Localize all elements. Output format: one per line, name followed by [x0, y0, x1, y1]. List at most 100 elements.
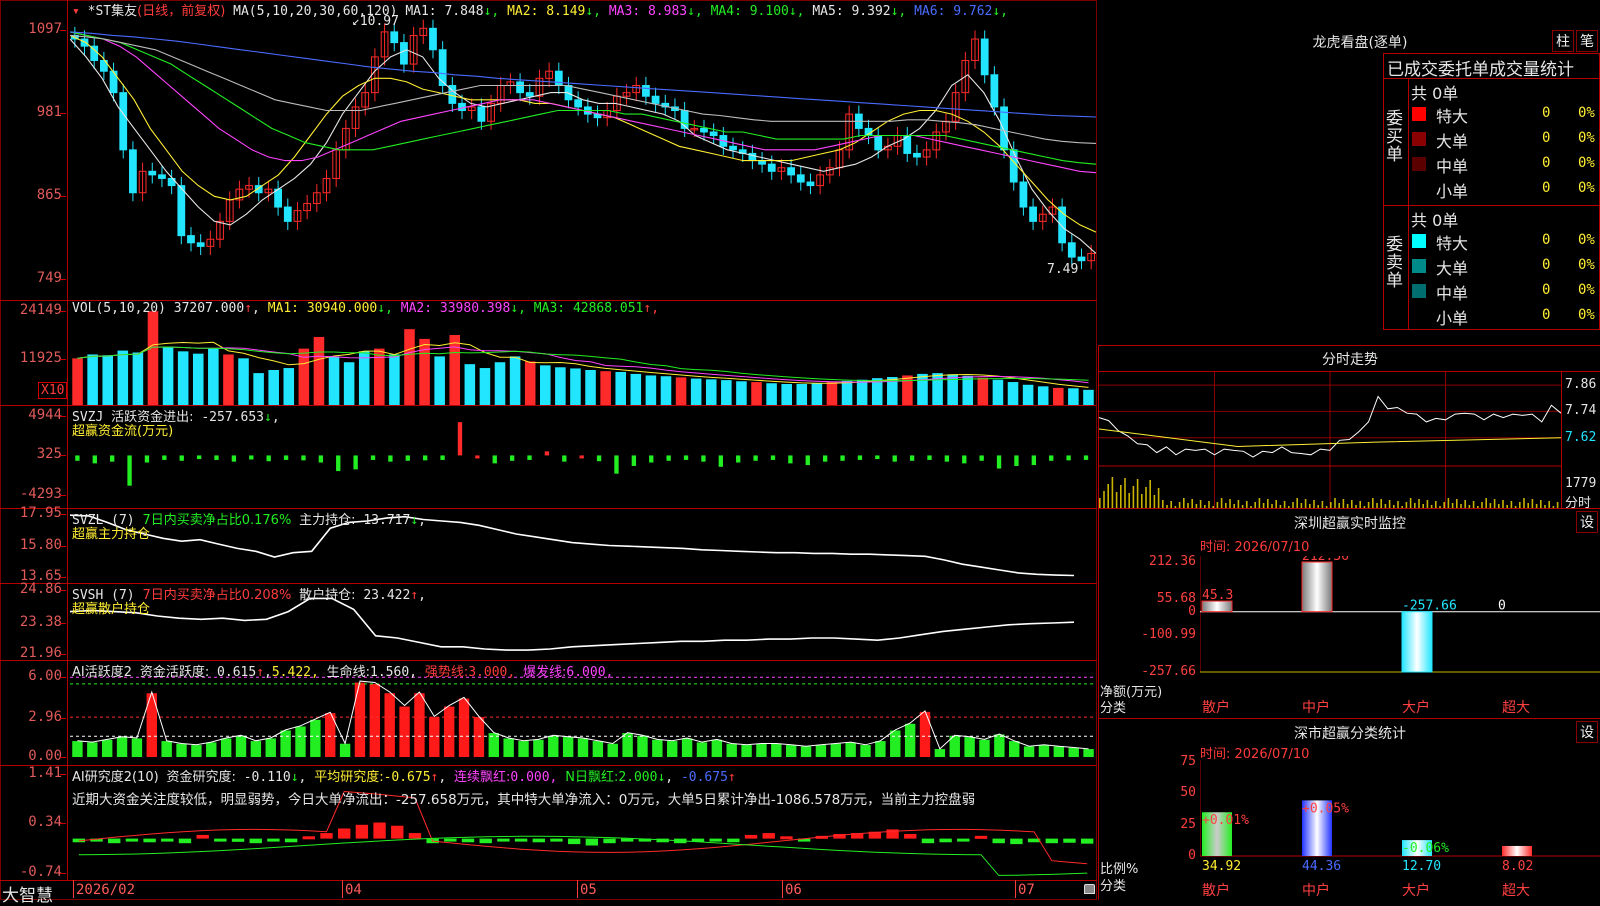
intraday-vol-bar [1485, 498, 1487, 508]
bar [283, 368, 295, 405]
candle-body [400, 42, 408, 65]
y-tick [60, 455, 66, 457]
flow-bar [370, 455, 376, 460]
x-tick-label: 06 [785, 882, 802, 898]
intraday-vol-bar [1548, 501, 1550, 508]
monitor-category: 中户 [1302, 700, 1330, 716]
bar [890, 730, 901, 758]
bar [994, 734, 1005, 758]
bar [238, 358, 249, 405]
ma-line-MA4 [70, 31, 1096, 165]
flow-bar [666, 455, 671, 461]
lock-icon[interactable] [1084, 884, 1095, 894]
bar-value-label: 0 [1498, 599, 1506, 614]
bar [132, 352, 144, 405]
monitor-category: 超大 [1502, 700, 1530, 716]
monitor-category: 散户 [1202, 700, 1230, 716]
y-tick [60, 576, 66, 578]
bar [711, 739, 723, 758]
research-bar [567, 838, 581, 845]
bar [660, 376, 672, 405]
vol-ma-item: MA1: 30940.000 [267, 301, 378, 316]
bar [328, 356, 340, 405]
intraday-vol-bar [1510, 501, 1513, 508]
y-tick-label: 17.95 [19, 505, 62, 522]
flow-bar [770, 455, 776, 460]
flow-bar [857, 455, 863, 460]
y-tick-label: 1.41 [28, 764, 62, 781]
y-tick-label: 749 [36, 270, 62, 287]
monitor-time: 时间: 2026/07/10 [1200, 540, 1310, 555]
ma-item: MA1: 7.848 [405, 4, 484, 19]
bar [830, 743, 841, 758]
intraday-vol-bar [1296, 498, 1298, 508]
y-tick-label: 21.96 [19, 645, 62, 662]
category-name: 大单 [1436, 259, 1469, 278]
tick-view-button[interactable]: 笔 [1576, 30, 1598, 52]
bar [1023, 746, 1035, 758]
intraday-vol-bar [1124, 478, 1126, 508]
intraday-vol-bar [1120, 485, 1122, 508]
class-settings-button[interactable]: 设 [1576, 721, 1598, 743]
research-bar [1063, 838, 1076, 843]
vol-ma-arrow: ↓, [377, 301, 393, 316]
candle-body [1067, 242, 1076, 258]
bar [518, 741, 529, 758]
aiact-title: AI活跃度2 [72, 665, 132, 680]
research-bar [444, 838, 457, 842]
intraday-chart [1099, 372, 1561, 508]
research-comment: 近期大资金关注度较低，明显弱势，今日大单净流出：-257.658万元，其中特大单… [72, 792, 976, 808]
category-count: 0 [1542, 105, 1551, 121]
red-label: 连续飘红: [454, 770, 511, 785]
research-bar [284, 838, 298, 843]
candle-body [1009, 149, 1018, 183]
intraday-vol-bar [1183, 498, 1185, 508]
y-tick-label: 24149 [19, 302, 62, 319]
intraday-vol-bar [1447, 498, 1450, 508]
divider [1383, 205, 1600, 206]
bar [766, 383, 777, 405]
bar [1038, 745, 1050, 758]
monitor-bar-chart: 45.3 212.36 -257.66 0 [1200, 556, 1600, 673]
y-tick [60, 358, 66, 360]
candle-body [283, 206, 292, 222]
ratio-bar [1502, 845, 1532, 856]
category-pct: 0% [1578, 130, 1595, 146]
bar [902, 375, 913, 405]
x-tick-label: 04 [345, 882, 362, 898]
bar [458, 698, 470, 758]
flow-bar [266, 455, 271, 462]
intraday-vol-bar [1132, 486, 1135, 508]
bar-value-label: 45.3 [1202, 588, 1233, 603]
intraday-vol-bar [1418, 499, 1420, 508]
longhu-title: 龙虎看盘(逐单) [1312, 35, 1408, 51]
x-tick-label: 05 [580, 882, 597, 898]
divider [1383, 78, 1600, 79]
y-tick-label: 981 [36, 104, 62, 121]
intraday-vol-bar [1153, 495, 1156, 508]
net-bar [1401, 611, 1433, 673]
bar [117, 350, 129, 405]
intraday-vol-bar [1493, 499, 1496, 508]
flow-bar [805, 455, 810, 466]
svzl-text1: 7日内买卖净占比0.176% [142, 513, 292, 528]
flow-bar [214, 455, 219, 460]
y-tick [60, 590, 66, 592]
ma-arrow: ↓, [992, 4, 1009, 19]
bar [979, 739, 990, 758]
y-tick [60, 196, 66, 198]
intraday-vol-bar [1304, 499, 1307, 508]
divider [1408, 78, 1409, 330]
aiact-value: 0.615 [217, 665, 257, 680]
category-pct: 0% [1578, 282, 1595, 298]
intraday-vol-bar [1115, 492, 1118, 508]
candle-body [980, 38, 989, 76]
category-name: 中单 [1436, 284, 1469, 303]
category-name: 大单 [1436, 132, 1469, 151]
bar [429, 717, 440, 758]
bar [741, 745, 752, 758]
bar-view-button[interactable]: 柱 [1552, 30, 1574, 52]
class-category: 散户 [1202, 883, 1230, 899]
monitor-settings-button[interactable]: 设 [1576, 511, 1598, 533]
research-bar [320, 833, 333, 839]
